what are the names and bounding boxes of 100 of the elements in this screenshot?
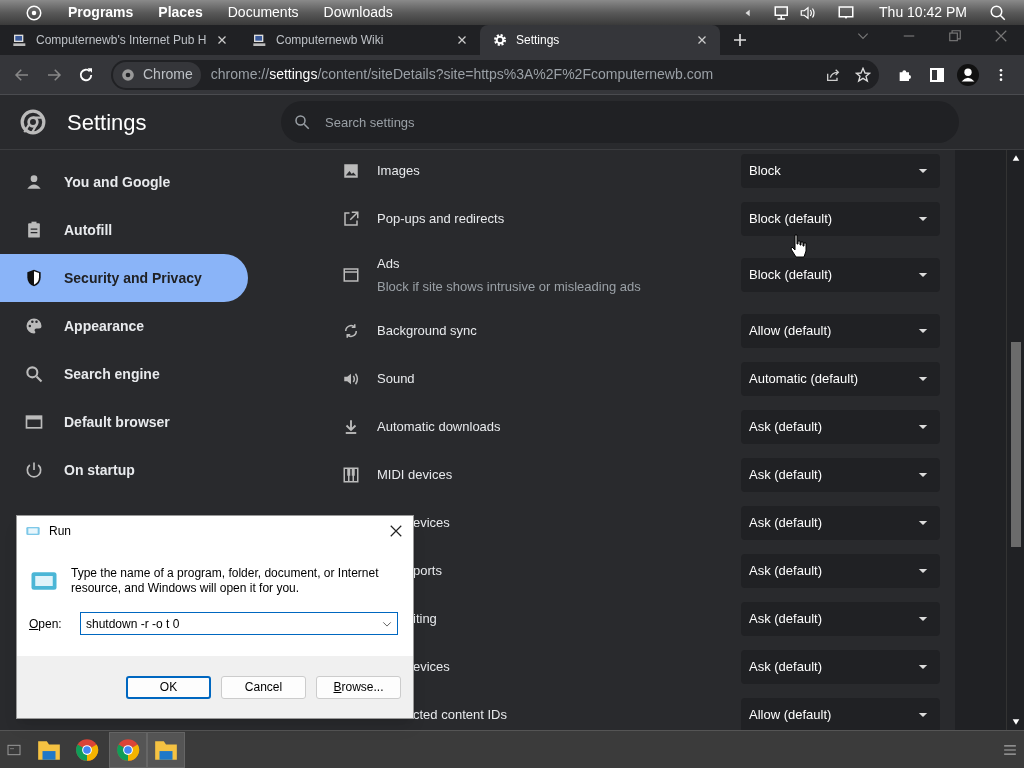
dropdown[interactable]: Ask (default) [741, 410, 940, 444]
panel-menu[interactable]: Documents [227, 2, 299, 23]
piano-keys-icon [342, 466, 360, 484]
scrollbar-thumb[interactable] [1010, 342, 1021, 547]
sidebar-item[interactable]: Autofill [0, 206, 248, 254]
image-icon [342, 162, 360, 180]
dropdown[interactable]: Allow (default) [741, 314, 940, 348]
open-label: Open: [29, 615, 63, 633]
triangle-up-icon [1011, 154, 1020, 162]
taskbar-button[interactable] [109, 731, 147, 768]
search-icon [293, 113, 311, 131]
close-icon[interactable] [389, 524, 403, 538]
person-icon [24, 172, 44, 192]
shield-icon [24, 268, 44, 288]
dropdown[interactable]: Allow (default) [741, 698, 940, 730]
circle-menu-icon[interactable] [25, 3, 43, 22]
browser-tab[interactable]: Computernewb's Internet Pub H [0, 25, 240, 55]
dropdown[interactable]: Ask (default) [741, 554, 940, 588]
panel-menu[interactable]: Downloads [323, 2, 393, 23]
star-icon[interactable] [855, 66, 871, 83]
setting-label: Sound [377, 370, 416, 389]
chrome-logo-icon [74, 736, 100, 763]
setting-label: evices [413, 658, 451, 677]
dialog-button[interactable]: Browse... [316, 675, 401, 699]
plus-icon[interactable] [732, 32, 748, 48]
dropdown[interactable]: Block (default) [741, 202, 940, 236]
dropdown[interactable]: Block (default) [741, 258, 940, 292]
power-icon [24, 460, 44, 480]
taskbar-button[interactable] [147, 731, 185, 768]
open-field[interactable]: shutdown -r -o t 0 [80, 612, 398, 635]
search-icon [24, 364, 44, 384]
window-icon [342, 266, 360, 284]
caret-icon [918, 566, 928, 576]
dialog-title: Run [49, 523, 72, 540]
caret-icon [918, 470, 928, 480]
browser-window-icon [24, 412, 44, 432]
url-text: chrome://settings/content/siteDetails?site=https%3A%2F%2Fcomputernewb.com [210, 65, 715, 84]
gear-icon [492, 32, 508, 48]
dropdown[interactable]: Ask (default) [741, 458, 940, 492]
search-field[interactable]: Search settings [281, 101, 959, 143]
open-external-icon [342, 210, 360, 228]
setting-label: MIDI devices [377, 466, 454, 485]
setting-description: Block if site shows intrusive or misleading ads [377, 277, 642, 296]
caret-icon [918, 214, 928, 224]
dropdown[interactable]: Ask (default) [741, 650, 940, 684]
setting-label: Images [377, 162, 421, 181]
sidebar-panel-icon[interactable] [929, 66, 945, 83]
computer-icon [12, 32, 28, 48]
scrollbar[interactable] [1006, 150, 1024, 730]
clock-text[interactable]: Thu 10:42 PM [879, 2, 967, 23]
panel-menu[interactable]: Programs [68, 2, 134, 23]
panel-menu[interactable]: Places [158, 2, 203, 23]
sidebar-item[interactable]: On startup [0, 446, 248, 494]
restore-icon[interactable] [948, 29, 962, 43]
dropdown[interactable]: Automatic (default) [741, 362, 940, 396]
dropdown[interactable]: Ask (default) [741, 506, 940, 540]
dialog-message: Type the name of a program, folder, document, or Internet resource, and Windows will open it for you. [71, 566, 380, 596]
menu-icon[interactable] [1003, 742, 1017, 757]
setting-label: Background sync [377, 322, 478, 341]
caret-icon [918, 518, 928, 528]
sync-icon [342, 322, 360, 340]
hand-cursor-icon [790, 234, 808, 258]
chevron-down-icon[interactable] [382, 619, 392, 629]
setting-label: cted content IDs [413, 706, 508, 725]
chrome-logo-icon [115, 736, 141, 763]
sidebar-item[interactable]: Appearance [0, 302, 248, 350]
sidebar-item[interactable]: You and Google [0, 158, 248, 206]
settings-title: Settings [67, 108, 148, 137]
sidebar-item[interactable]: Search engine [0, 350, 248, 398]
sidebar-item[interactable]: Security and Privacy [0, 254, 248, 302]
chrome-logo-icon [121, 67, 135, 82]
setting-label: evices [413, 514, 451, 533]
browser-tab[interactable]: Settings [480, 25, 720, 55]
caret-icon [918, 710, 928, 720]
caret-icon [918, 166, 928, 176]
reload-icon[interactable] [77, 65, 95, 84]
chrome-logo-icon [20, 109, 46, 135]
profile-icon[interactable] [957, 63, 979, 86]
dialog-button[interactable]: OK [126, 675, 211, 699]
caret-icon [918, 614, 928, 624]
computer-icon [252, 32, 268, 48]
setting-label: Pop-ups and redirects [377, 210, 506, 229]
browser-tab[interactable]: Computernewb Wiki [240, 25, 480, 55]
caret-icon [918, 422, 928, 432]
caret-icon [918, 374, 928, 384]
setting-label: Ads [377, 255, 401, 273]
sidebar-item[interactable]: Default browser [0, 398, 248, 446]
dialog-button[interactable]: Cancel [221, 675, 306, 699]
search-icon[interactable] [989, 3, 1007, 22]
palette-icon [24, 316, 44, 336]
address-bar[interactable]: Chrome chrome://settings/content/siteDetails?site=https%3A%2F%2Fcomputernewb.com [111, 59, 879, 90]
dropdown[interactable]: Ask (default) [741, 602, 940, 636]
site-chip[interactable]: Chrome [113, 61, 201, 88]
setting-label: Automatic downloads [377, 418, 502, 437]
caret-icon [918, 662, 928, 672]
triangle-down-icon [1011, 718, 1020, 726]
caret-icon [918, 326, 928, 336]
caret-icon [918, 270, 928, 280]
dropdown[interactable]: Block [741, 154, 940, 188]
setting-label: ports [413, 562, 443, 581]
